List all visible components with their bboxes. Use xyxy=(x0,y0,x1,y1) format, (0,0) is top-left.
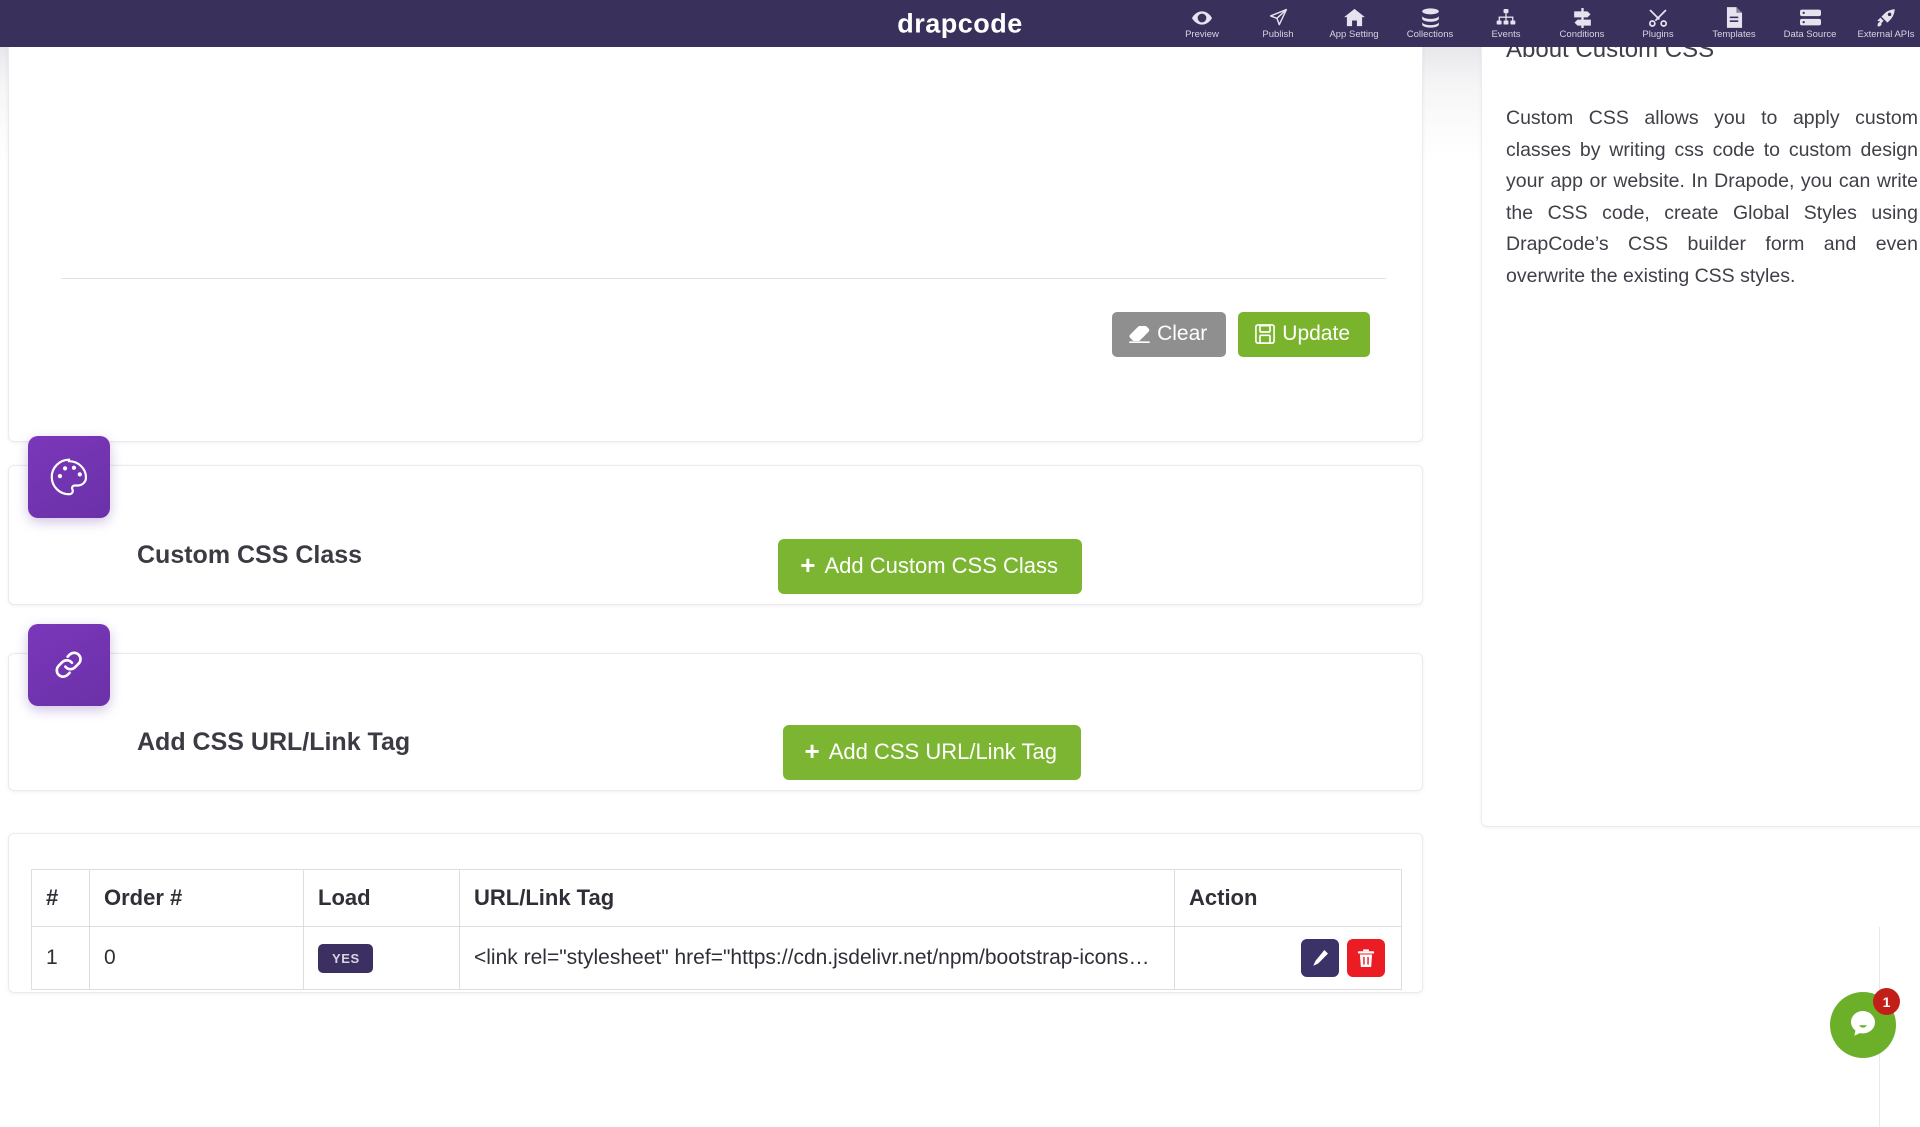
rocket-icon xyxy=(1875,8,1897,28)
page-body: Clear Update Custom CSS Class + Add Cust… xyxy=(0,0,1920,1127)
nav-item-events[interactable]: Events xyxy=(1468,0,1544,47)
about-custom-css-panel: About Custom CSS Custom CSS allows you t… xyxy=(1481,22,1920,827)
nav-item-templates[interactable]: Templates xyxy=(1696,0,1772,47)
cell-action xyxy=(1174,926,1402,990)
nav-item-preview[interactable]: Preview xyxy=(1164,0,1240,47)
server-icon xyxy=(1799,8,1821,28)
trash-icon xyxy=(1357,948,1375,968)
plus-icon: + xyxy=(800,550,816,580)
css-url-table: # Order # Load URL/Link Tag Action 1 0 Y… xyxy=(31,869,1402,990)
table-row: 1 0 YES <link rel="stylesheet" href="htt… xyxy=(31,926,1402,990)
status-badge: YES xyxy=(318,943,373,973)
table-header: # Order # Load URL/Link Tag Action xyxy=(31,869,1402,927)
divider xyxy=(61,278,1386,279)
nav-label: Plugins xyxy=(1642,28,1674,40)
table-header-action: Action xyxy=(1174,869,1402,927)
section-title: Add CSS URL/Link Tag xyxy=(137,728,411,756)
chat-widget-button[interactable]: 1 xyxy=(1830,988,1900,1058)
add-custom-css-class-button[interactable]: + Add Custom CSS Class xyxy=(778,539,1082,594)
clear-button-label: Clear xyxy=(1157,322,1208,345)
file-icon xyxy=(1723,7,1745,28)
table-header-index: # xyxy=(31,869,90,927)
panel-body-text: Custom CSS allows you to apply custom cl… xyxy=(1506,107,1918,287)
nav-label: Conditions xyxy=(1559,28,1605,40)
palette-icon xyxy=(28,436,110,518)
nav-label: External APIs xyxy=(1857,28,1915,40)
cell-url: <link rel="stylesheet" href="https://cdn… xyxy=(459,926,1175,990)
update-button-label: Update xyxy=(1282,322,1350,345)
tools-icon xyxy=(1647,8,1669,28)
app-logo[interactable]: drapcode xyxy=(897,8,1023,39)
navbar-items: Preview Publish App Setting Collections … xyxy=(1164,0,1920,47)
pencil-icon xyxy=(1311,949,1330,968)
clear-button[interactable]: Clear xyxy=(1112,312,1227,357)
save-icon xyxy=(1255,324,1276,344)
add-css-url-link-tag-card: Add CSS URL/Link Tag + Add CSS URL/Link … xyxy=(8,624,1423,791)
nav-label: Templates xyxy=(1712,28,1756,40)
signpost-icon xyxy=(1571,7,1593,28)
url-link-tag-text: <link rel="stylesheet" href="https://cdn… xyxy=(474,946,1162,969)
nav-item-conditions[interactable]: Conditions xyxy=(1544,0,1620,47)
table-header-url: URL/Link Tag xyxy=(459,869,1175,927)
nav-item-plugins[interactable]: Plugins xyxy=(1620,0,1696,47)
delete-row-button[interactable] xyxy=(1347,939,1385,977)
link-icon xyxy=(28,624,110,706)
nav-item-app-setting[interactable]: App Setting xyxy=(1316,0,1392,47)
nav-item-publish[interactable]: Publish xyxy=(1240,0,1316,47)
update-button[interactable]: Update xyxy=(1238,312,1370,357)
nav-label: Data Source xyxy=(1783,28,1837,40)
css-url-table-card: # Order # Load URL/Link Tag Action 1 0 Y… xyxy=(8,833,1423,993)
edit-row-button[interactable] xyxy=(1301,939,1339,977)
nav-label: App Setting xyxy=(1329,28,1379,40)
nav-item-external-apis[interactable]: External APIs xyxy=(1848,0,1920,47)
cell-order: 0 xyxy=(89,926,304,990)
table-body: 1 0 YES <link rel="stylesheet" href="htt… xyxy=(31,926,1402,990)
database-icon xyxy=(1419,7,1441,28)
add-button-label: Add CSS URL/Link Tag xyxy=(828,739,1057,764)
table-header-row: # Order # Load URL/Link Tag Action xyxy=(31,869,1402,927)
custom-css-class-card: Custom CSS Class + Add Custom CSS Class xyxy=(8,436,1423,605)
chat-unread-badge: 1 xyxy=(1873,988,1900,1015)
section-title: Custom CSS Class xyxy=(137,541,363,569)
eye-icon xyxy=(1191,8,1213,28)
nav-label: Events xyxy=(1491,28,1521,40)
paper-plane-icon xyxy=(1267,8,1289,28)
cell-index: 1 xyxy=(31,926,90,990)
table-header-load: Load xyxy=(303,869,460,927)
add-css-url-link-tag-button[interactable]: + Add CSS URL/Link Tag xyxy=(782,725,1081,780)
nav-label: Publish xyxy=(1262,28,1294,40)
nav-label: Collections xyxy=(1406,28,1454,40)
row-actions xyxy=(1189,939,1389,977)
nav-item-data-source[interactable]: Data Source xyxy=(1772,0,1848,47)
home-icon xyxy=(1343,8,1365,28)
eraser-icon xyxy=(1129,325,1150,343)
sitemap-icon xyxy=(1495,8,1517,28)
nav-item-collections[interactable]: Collections xyxy=(1392,0,1468,47)
table-header-order: Order # xyxy=(89,869,304,927)
add-button-label: Add Custom CSS Class xyxy=(824,553,1058,578)
editor-action-buttons: Clear Update xyxy=(1112,312,1370,357)
top-navbar: drapcode Preview Publish App Setting Col… xyxy=(0,0,1920,47)
plus-icon: + xyxy=(804,736,820,766)
custom-css-editor-card: Clear Update xyxy=(8,0,1423,442)
cell-load: YES xyxy=(303,926,460,990)
nav-label: Preview xyxy=(1185,28,1219,40)
